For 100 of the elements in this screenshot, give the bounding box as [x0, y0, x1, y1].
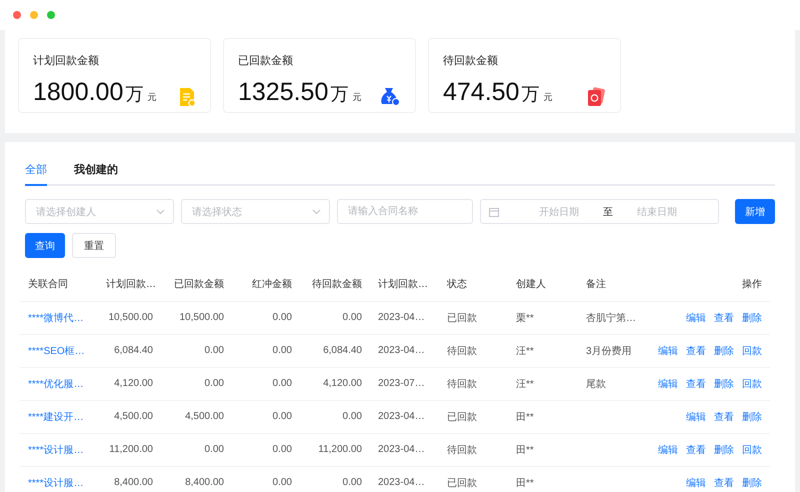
action-link[interactable]: 回款 — [742, 376, 762, 390]
contract-link[interactable]: ****SEO框… — [28, 346, 85, 356]
column-header: 操作 — [645, 268, 770, 301]
action-link[interactable]: 删除 — [714, 442, 734, 456]
action-link[interactable]: 删除 — [742, 310, 762, 324]
table-cell: 0.00 — [272, 378, 292, 389]
column-header: 备注 — [578, 268, 645, 301]
table-cell: 栗** — [516, 312, 534, 324]
tab[interactable]: 我创建的 — [74, 154, 118, 186]
column-header: 关联合同 — [20, 268, 98, 301]
table-cell: 0.00 — [204, 378, 224, 389]
table-cell: 杏肌宁第… — [586, 312, 636, 324]
stat-value: 1325.50 — [238, 78, 328, 107]
contract-link[interactable]: ****设计服… — [28, 444, 84, 456]
contract-name-field[interactable]: 请输入合同名称 — [337, 199, 473, 224]
table-cell: 2023-04… — [378, 345, 425, 356]
table-cell: 待回款 — [447, 444, 477, 456]
reset-button[interactable]: 重置 — [72, 233, 116, 258]
action-link[interactable]: 查看 — [686, 376, 706, 390]
table-cell: 0.00 — [272, 411, 292, 422]
stat-label: 已回款金额 — [238, 54, 294, 68]
stat-unit: 万 — [125, 83, 144, 106]
table-cell: 8,400.00 — [114, 477, 153, 488]
action-link[interactable]: 查看 — [714, 410, 734, 424]
contract-link[interactable]: ****建设开… — [28, 412, 84, 422]
table-cell: 待回款 — [447, 378, 477, 390]
table-cell: 0.00 — [272, 312, 292, 323]
column-header: 计划回款… — [98, 268, 161, 301]
action-link[interactable]: 查看 — [714, 476, 734, 490]
table-cell: 2023-04… — [378, 477, 425, 488]
table-cell: 已回款 — [447, 412, 477, 422]
stat-label: 待回款金额 — [443, 54, 499, 68]
column-header: 创建人 — [508, 268, 578, 301]
action-link[interactable]: 查看 — [714, 310, 734, 324]
action-link[interactable]: 删除 — [742, 410, 762, 424]
table-cell: 4,120.00 — [323, 378, 362, 389]
column-header: 已回款金额 — [161, 268, 232, 301]
contract-link[interactable]: ****设计服… — [28, 478, 84, 488]
table-cell: 已回款 — [447, 478, 477, 488]
action-link[interactable]: 查看 — [686, 442, 706, 456]
contract-link[interactable]: ****优化服… — [28, 378, 84, 390]
query-button[interactable]: 查询 — [25, 233, 65, 258]
column-header: 待回款金额 — [300, 268, 370, 301]
table-cell: 0.00 — [272, 345, 292, 356]
stat-label: 计划回款金额 — [33, 54, 100, 68]
table-cell: 2023-04… — [378, 312, 425, 323]
stat-subunit: 元 — [147, 91, 156, 104]
table-cell: 0.00 — [342, 477, 362, 488]
table-cell: 0.00 — [272, 477, 292, 488]
column-header: 状态 — [439, 268, 508, 301]
action-link[interactable]: 回款 — [742, 442, 762, 456]
date-range-field[interactable]: 开始日期 至 结束日期 — [480, 199, 719, 224]
action-link[interactable]: 编辑 — [658, 442, 678, 456]
table-cell: 田** — [516, 444, 534, 456]
table-cell: 尾款 — [586, 378, 606, 390]
table-cell: 0.00 — [204, 444, 224, 455]
action-link[interactable]: 编辑 — [658, 376, 678, 390]
table-cell: 汪** — [516, 378, 534, 390]
column-header: 红冲金额 — [232, 268, 300, 301]
action-link[interactable]: 删除 — [742, 476, 762, 490]
contract-link[interactable]: ****微博代… — [28, 312, 84, 324]
maximize-dot[interactable] — [47, 11, 55, 19]
table-cell: 待回款 — [447, 346, 477, 356]
table-cell: 0.00 — [342, 312, 362, 323]
table-cell: 3月份费用 — [586, 346, 632, 356]
add-button[interactable]: 新增 — [735, 199, 775, 224]
action-link[interactable]: 回款 — [742, 344, 762, 358]
table-cell: 0.00 — [342, 411, 362, 422]
column-header: 计划回款… — [370, 268, 439, 301]
action-link[interactable]: 编辑 — [686, 310, 706, 324]
table-cell: 田** — [516, 478, 534, 488]
calendar-icon — [489, 206, 499, 216]
table-cell: 已回款 — [447, 312, 477, 324]
minimize-dot[interactable] — [30, 11, 38, 19]
envelope-icon — [586, 87, 606, 107]
table-cell: 11,200.00 — [318, 444, 362, 455]
table-cell: 4,500.00 — [185, 411, 224, 422]
action-link[interactable]: 删除 — [714, 344, 734, 358]
chevron-down-icon — [312, 208, 321, 214]
stat-value: 1800.00 — [33, 78, 124, 107]
document-icon — [178, 87, 196, 107]
action-link[interactable]: 查看 — [686, 344, 706, 358]
action-link[interactable]: 删除 — [714, 376, 734, 390]
stat-unit: 万 — [330, 83, 348, 106]
close-dot[interactable] — [13, 11, 21, 19]
table-cell: 田** — [516, 412, 534, 422]
table-cell: 6,084.40 — [114, 345, 153, 356]
action-link[interactable]: 编辑 — [658, 344, 678, 358]
money-bag-icon — [379, 87, 401, 107]
tab[interactable]: 全部 — [25, 154, 47, 186]
stat-subunit: 元 — [543, 91, 552, 104]
table-cell: 10,500.00 — [108, 312, 153, 323]
table-cell: 11,200.00 — [109, 444, 153, 455]
action-link[interactable]: 编辑 — [686, 476, 706, 490]
table-cell: 2023-07… — [378, 378, 425, 389]
action-link[interactable]: 编辑 — [686, 410, 706, 424]
table-cell: 8,400.00 — [185, 477, 224, 488]
table-cell: 2023-04… — [378, 444, 425, 455]
table-cell: 2023-04… — [378, 411, 425, 422]
table-cell: 0.00 — [272, 444, 292, 455]
